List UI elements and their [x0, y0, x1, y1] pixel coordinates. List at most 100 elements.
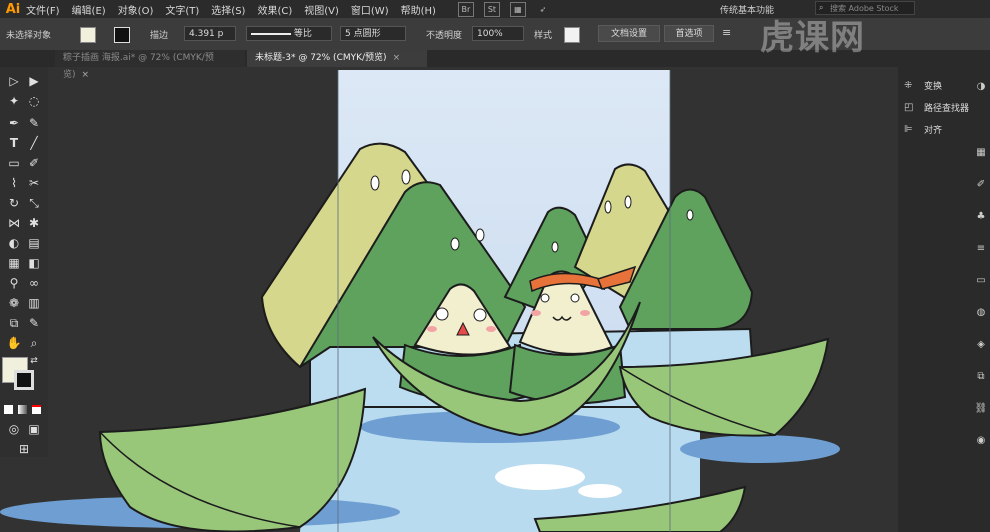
brushes-panel-icon[interactable]: ✐ — [974, 177, 988, 191]
right-panel-dock: ⁜ 变换 ◰ 路径查找器 ⊫ 对齐 ◑ ▦ ✐ ♣ ≡ ▭ ◍ ◈ ⧉ ⛓ ◉ — [898, 67, 990, 532]
curvature-tool-icon[interactable]: ✎ — [24, 113, 44, 133]
width-tool-icon[interactable]: ⋈ — [4, 213, 24, 233]
zoom-tool-icon[interactable]: ⌕ — [24, 333, 44, 353]
puppet-warp-icon[interactable]: ✱ — [24, 213, 44, 233]
stroke-swatch[interactable] — [114, 27, 130, 43]
selection-tool-icon[interactable]: ▷ — [4, 71, 24, 91]
document-setup-button[interactable]: 文档设置 — [598, 25, 660, 42]
scale-tool-icon[interactable]: ⤡ — [24, 193, 44, 213]
tab-untitled-3[interactable]: 未标题-3* @ 72% (CMYK/预览) × — [247, 50, 427, 67]
rotate-tool-icon[interactable]: ↻ — [4, 193, 24, 213]
stroke-label[interactable]: 描边 — [150, 28, 168, 41]
panel-label: 路径查找器 — [924, 103, 970, 114]
lasso-icon[interactable]: ◌ — [24, 91, 44, 111]
gpu-rocket-icon[interactable]: ➶ — [536, 3, 550, 16]
menu-file[interactable]: 文件(F) — [26, 2, 60, 17]
mountain-spot — [686, 209, 694, 221]
appearance-panel-icon[interactable]: ◉ — [974, 433, 988, 447]
symbols-panel-icon[interactable]: ♣ — [974, 209, 988, 223]
perspective-grid-icon[interactable]: ▤ — [24, 233, 44, 253]
menu-view[interactable]: 视图(V) — [304, 2, 339, 17]
scissors-icon[interactable]: ✂ — [24, 173, 44, 193]
canvas[interactable] — [0, 67, 990, 532]
opacity-value: 100% — [477, 29, 503, 39]
water-highlight — [495, 464, 585, 490]
swap-colors-icon[interactable]: ⇄ — [28, 355, 40, 367]
menu-effect[interactable]: 效果(C) — [257, 2, 292, 17]
layers-panel-icon[interactable]: ◈ — [974, 337, 988, 351]
transform-icon: ⁜ — [904, 79, 913, 91]
pen-tool-icon[interactable]: ✒ — [4, 113, 24, 133]
mountain-spot — [475, 228, 485, 242]
swatches-panel-icon[interactable]: ▦ — [974, 145, 988, 159]
tab-label: 未标题-3* @ 72% (CMYK/预览) — [255, 53, 387, 63]
menu-window[interactable]: 窗口(W) — [351, 2, 389, 17]
mesh-tool-icon[interactable]: ▦ — [4, 253, 24, 273]
shaper-tool-icon[interactable]: ⌇ — [4, 173, 24, 193]
color-panel-icon[interactable]: ◑ — [974, 79, 988, 93]
gradient-panel-icon[interactable]: ▭ — [974, 273, 988, 287]
direct-selection-tool-icon[interactable]: ▶ — [24, 71, 44, 91]
menu-type[interactable]: 文字(T) — [165, 2, 199, 17]
opacity-field[interactable]: 100% — [472, 26, 524, 41]
mountain-spot — [624, 195, 632, 209]
panel-align[interactable]: ⊫ 对齐 — [904, 121, 942, 137]
arrange-documents-icon[interactable]: ≡ — [722, 26, 731, 39]
brush-definition[interactable]: 5 点圆形 — [340, 26, 406, 41]
column-graph-icon[interactable]: ▥ — [24, 293, 44, 313]
slice-tool-icon[interactable]: ✎ — [24, 313, 44, 333]
line-tool-icon[interactable]: ╱ — [24, 133, 44, 153]
graphic-style-swatch[interactable] — [564, 27, 580, 43]
rectangle-tool-icon[interactable]: ▭ — [4, 153, 24, 173]
transparency-panel-icon[interactable]: ◍ — [974, 305, 988, 319]
eyedropper-icon[interactable]: ⚲ — [4, 273, 24, 293]
artboard-tool-icon[interactable]: ⧉ — [4, 313, 24, 333]
bridge-icon[interactable]: Br — [457, 1, 474, 17]
pathfinder-icon: ◰ — [904, 101, 914, 113]
paintbrush-icon[interactable]: ✐ — [24, 153, 44, 173]
opacity-label[interactable]: 不透明度 — [426, 28, 462, 41]
links-panel-icon[interactable]: ⛓ — [974, 401, 988, 415]
stroke-weight-unit: p — [217, 29, 224, 39]
menu-object[interactable]: 对象(O) — [118, 2, 154, 17]
hand-tool-icon[interactable]: ✋ — [4, 333, 24, 353]
main-menu: 文件(F) 编辑(E) 对象(O) 文字(T) 选择(S) 效果(C) 视图(V… — [26, 2, 448, 17]
stroke-weight-field[interactable]: 4.391 p — [184, 26, 236, 41]
arrange-icon[interactable]: ▦ — [509, 1, 526, 17]
draw-mode-icon[interactable]: ◎ — [4, 419, 24, 439]
water-highlight — [578, 484, 622, 498]
symbol-sprayer-icon[interactable]: ❁ — [4, 293, 24, 313]
mountain-spot — [604, 200, 612, 214]
profile-label: 等比 — [293, 29, 312, 39]
gradient-tool-icon[interactable]: ◧ — [24, 253, 44, 273]
edit-toolbar-icon[interactable]: ⊞ — [14, 439, 34, 459]
panel-transform[interactable]: ⁜ 变换 — [904, 77, 942, 93]
mountain-spot — [551, 241, 559, 253]
preferences-button[interactable]: 首选项 — [664, 25, 714, 42]
gradient-mode-icon[interactable] — [18, 405, 27, 414]
shape-builder-icon[interactable]: ◐ — [4, 233, 24, 253]
color-mode-icon[interactable] — [4, 405, 13, 414]
brush-value: 5 点圆形 — [345, 29, 381, 39]
menu-edit[interactable]: 编辑(E) — [72, 2, 106, 17]
type-tool-icon[interactable]: T — [4, 133, 24, 153]
stock-icon[interactable]: St — [483, 1, 500, 17]
variable-width-profile[interactable]: 等比 — [246, 26, 332, 41]
panel-pathfinder[interactable]: ◰ 路径查找器 — [904, 99, 969, 115]
magic-wand-icon[interactable]: ✦ — [4, 91, 24, 111]
close-icon[interactable]: × — [393, 53, 401, 63]
none-mode-icon[interactable] — [32, 405, 41, 414]
menu-help[interactable]: 帮助(H) — [401, 2, 436, 17]
mountain-spot — [370, 175, 380, 191]
mountain-spot — [401, 169, 411, 185]
blend-tool-icon[interactable]: ∞ — [24, 273, 44, 293]
artboards-panel-icon[interactable]: ⧉ — [974, 369, 988, 383]
tools-panel: ▷ ▶ ✦ ◌ ✒ ✎ T ╱ ▭ ✐ ⌇ ✂ ↻ ⤡ ⋈ ✱ ◐ ▤ ▦ ◧ … — [0, 67, 48, 457]
fill-swatch[interactable] — [80, 27, 96, 43]
menu-select[interactable]: 选择(S) — [211, 2, 245, 17]
screen-mode-icon[interactable]: ▣ — [24, 419, 44, 439]
stroke-color-box[interactable] — [14, 370, 34, 390]
stroke-panel-icon[interactable]: ≡ — [974, 241, 988, 255]
tab-zongzi-poster[interactable]: 粽子插画 海报.ai* @ 72% (CMYK/预览) × — [55, 50, 245, 80]
watermark: 虎课网 — [760, 18, 865, 58]
